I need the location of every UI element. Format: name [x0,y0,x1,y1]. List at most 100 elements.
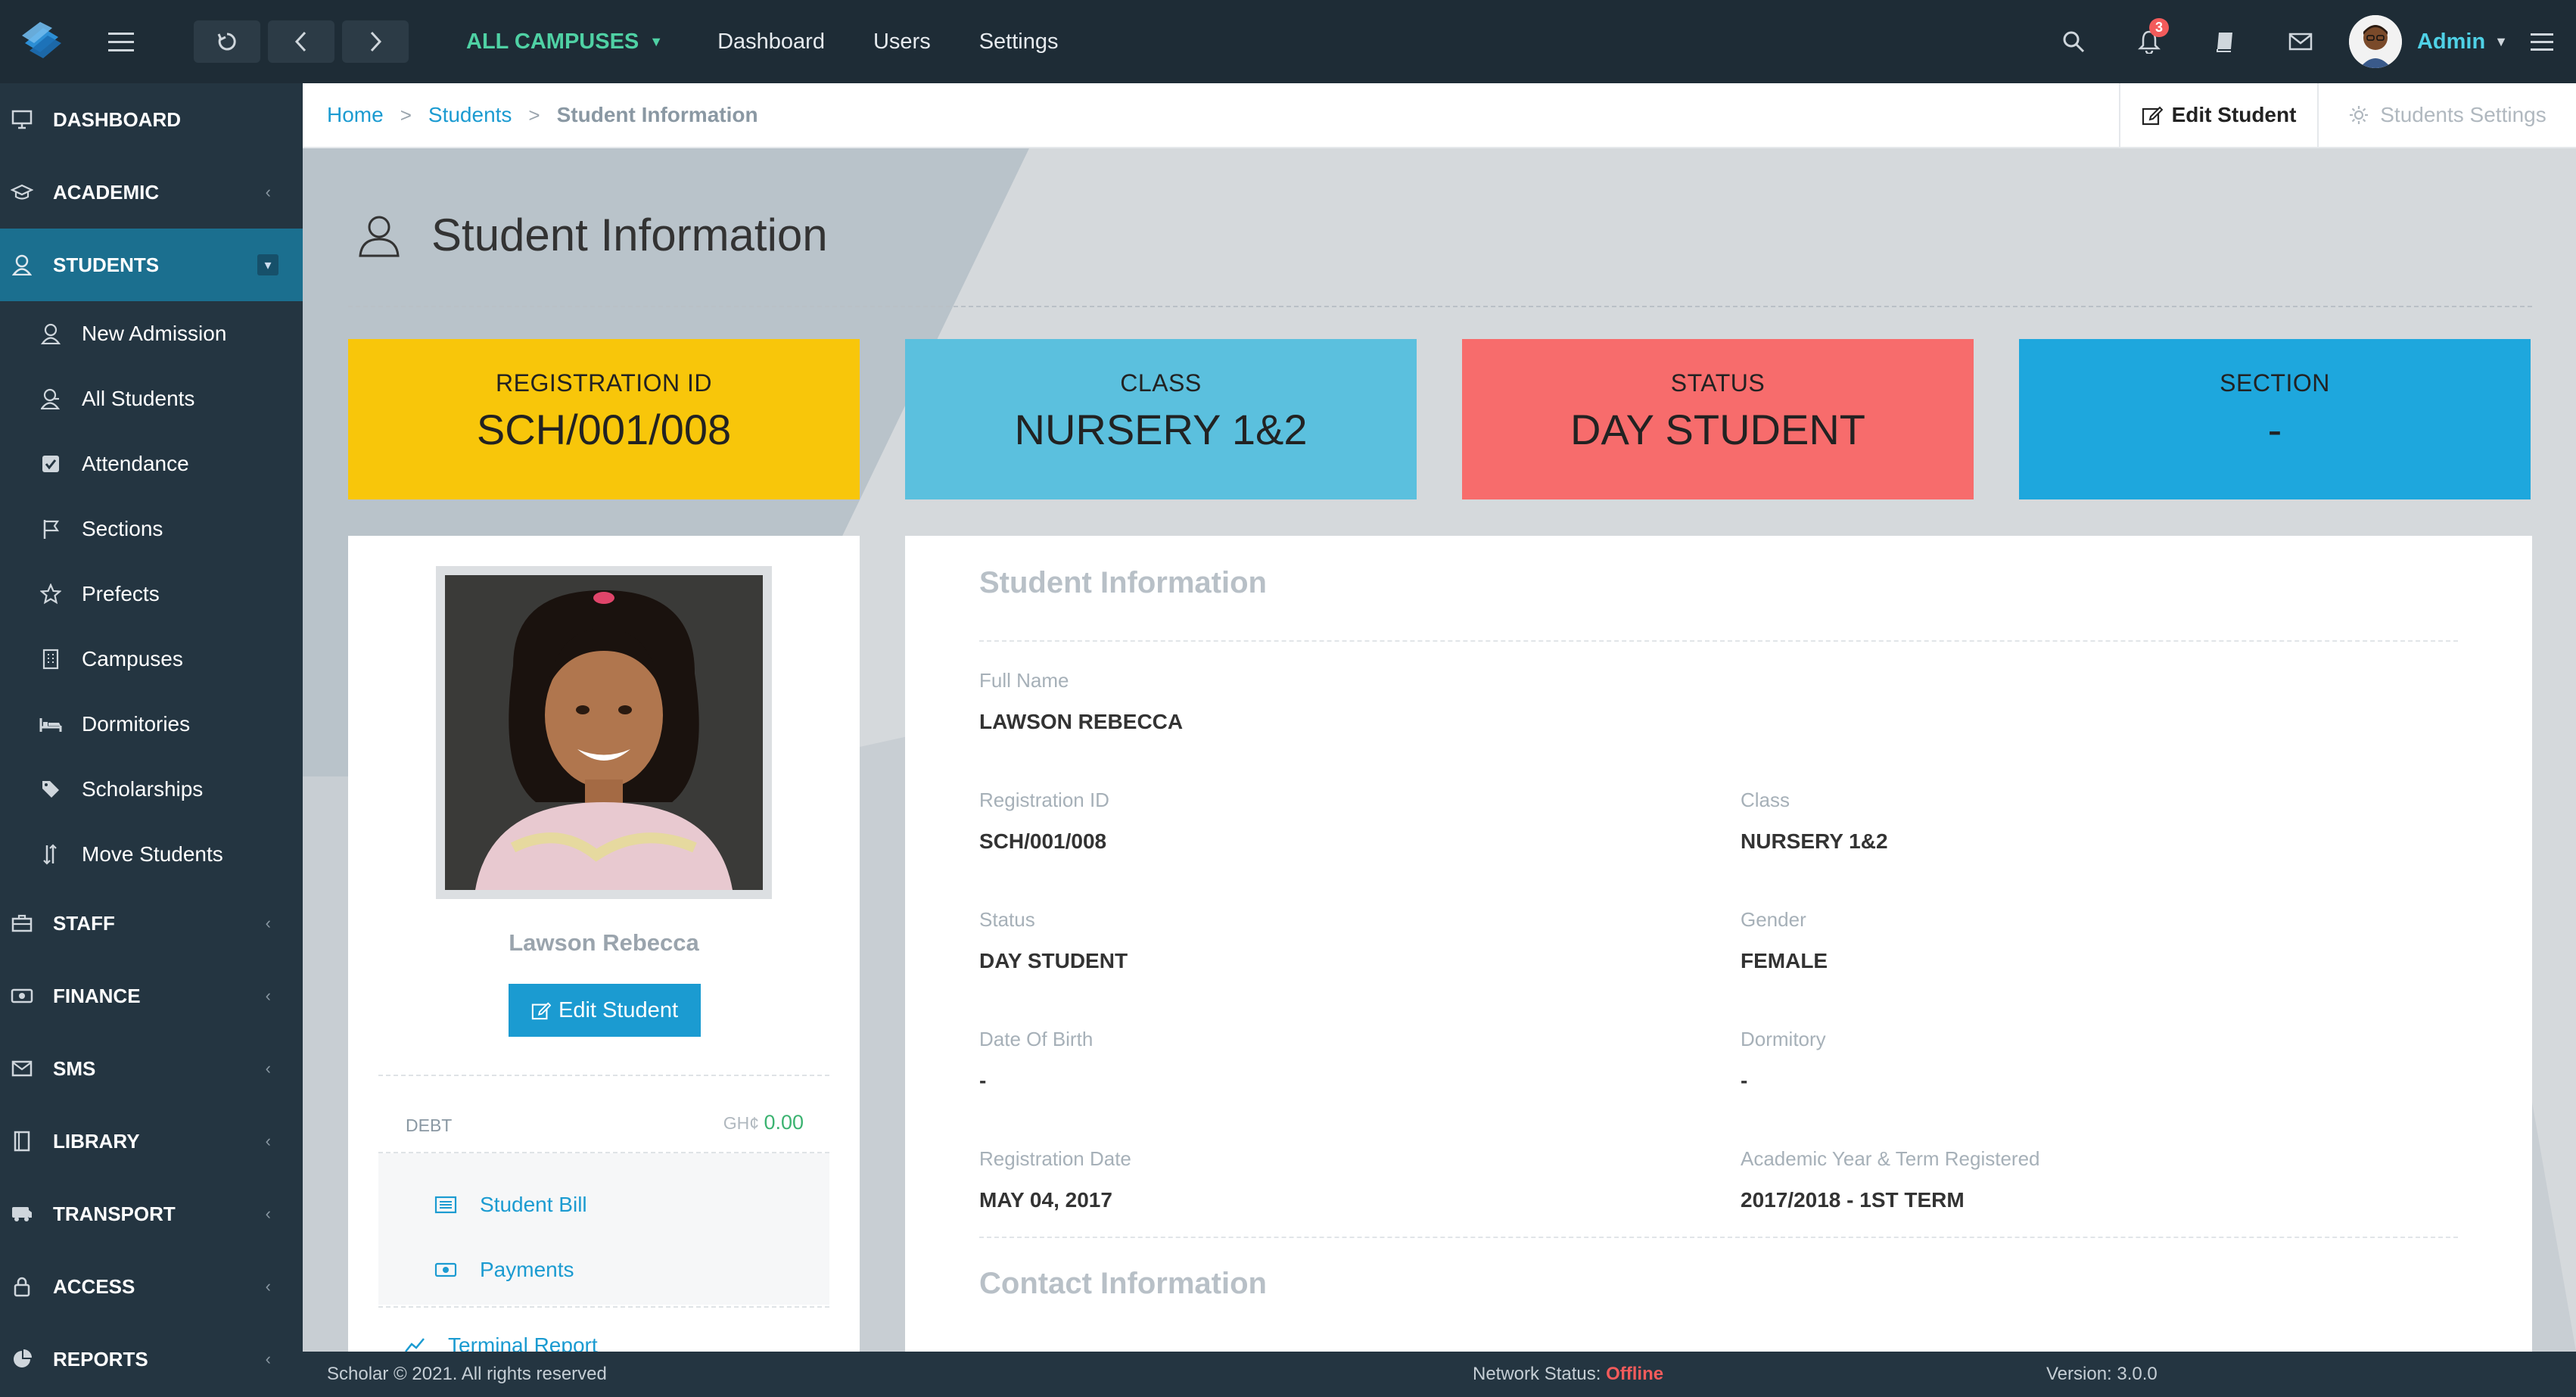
debt-label: DEBT [406,1115,453,1135]
full-name-value: LAWSON REBECCA [979,710,1184,733]
sidebar-item-staff[interactable]: STAFF ‹ [0,887,303,960]
sidebar-subitem-scholarships[interactable]: Scholarships [0,757,303,822]
chevron-left-icon: ‹ [265,1349,271,1368]
search-icon[interactable] [2036,0,2111,83]
divider [378,1306,829,1308]
breadcrumb-separator: > [528,103,540,126]
sidebar-subitem-dormitories[interactable]: Dormitories [0,692,303,757]
payments-label: Payments [480,1258,574,1281]
edit-icon [531,1002,551,1020]
lock-icon [11,1275,33,1298]
chevron-left-icon: ‹ [265,1131,271,1150]
network-status: Network Status: Offline [1473,1364,1663,1385]
sidebar-item-reports[interactable]: REPORTS ‹ [0,1323,303,1395]
sidebar-subitem-label: Sections [82,517,163,540]
sidebar-item-label: DASHBOARD [53,107,181,131]
sidebar-item-transport[interactable]: TRANSPORT ‹ [0,1178,303,1250]
dormitory-label: Dormitory [1741,1028,1826,1050]
caret-down-icon: ▼ [2494,33,2508,49]
stat-label: STATUS [1670,369,1766,397]
footer: Scholar © 2021. All rights reserved Netw… [303,1352,2576,1397]
full-name-label: Full Name [979,669,1069,692]
student-info-card: Student Information Full Name LAWSON REB… [905,536,2532,1352]
students-settings-button[interactable]: Students Settings [2319,83,2576,147]
app-logo[interactable] [0,0,83,83]
monitor-icon [11,108,33,131]
status-value: DAY STUDENT [979,949,1128,972]
gender-label: Gender [1741,908,1806,931]
sidebar-item-label: ACCESS [53,1274,135,1298]
divider [348,306,2532,307]
user-name: Admin [2416,29,2486,54]
sort-icon [39,843,62,866]
sidebar-item-label: SMS [53,1056,96,1080]
breadcrumb-students[interactable]: Students [428,103,512,127]
dob-value: - [979,1069,987,1092]
class-label: Class [1741,789,1790,811]
stat-status: STATUS DAY STUDENT [1462,339,1974,499]
caret-down-icon: ▼ [649,33,664,49]
topnav-dashboard[interactable]: Dashboard [717,30,825,54]
menu-toggle-icon[interactable] [83,0,159,83]
academic-year-label: Academic Year & Term Registered [1741,1147,2040,1170]
back-button[interactable] [268,20,334,63]
stat-value: SCH/001/008 [476,406,732,453]
payments-link[interactable]: Payments [434,1258,574,1282]
sidebar-item-students[interactable]: STUDENTS ▾ [0,229,303,301]
sidebar-item-sms[interactable]: SMS ‹ [0,1032,303,1105]
chevron-left-icon: ‹ [265,913,271,932]
options-menu-icon[interactable] [2508,0,2576,83]
divider [979,640,2458,642]
stat-value: NURSERY 1&2 [1014,406,1308,453]
sidebar-item-access[interactable]: ACCESS ‹ [0,1250,303,1323]
sidebar-subitem-prefects[interactable]: Prefects [0,562,303,627]
sidebar-item-label: FINANCE [53,984,141,1007]
sidebar-subitem-campuses[interactable]: Campuses [0,627,303,692]
refresh-icon [217,33,236,51]
bed-icon [39,713,62,736]
status-label: Status [979,908,1035,931]
main-content: Student Information REGISTRATION ID SCH/… [303,148,2576,1352]
sidebar-subitem-move-students[interactable]: Move Students [0,822,303,887]
sidebar: DASHBOARD ACADEMIC ‹ STUDENTS ▾ New Admi… [0,83,303,1397]
refresh-button[interactable] [194,20,260,63]
list-alt-icon [434,1196,457,1214]
building-icon [39,648,62,670]
campus-selector[interactable]: ALL CAMPUSES ▼ [466,30,663,54]
forward-button[interactable] [342,20,409,63]
sidebar-subitem-label: All Students [82,387,195,410]
chevron-right-icon [370,31,382,52]
user-menu[interactable]: Admin ▼ [2417,30,2508,54]
sidebar-item-academic[interactable]: ACADEMIC ‹ [0,156,303,229]
book-icon[interactable] [2187,0,2263,83]
line-chart-icon [405,1338,425,1352]
sidebar-subitem-attendance[interactable]: Attendance [0,431,303,496]
sidebar-subitem-label: Dormitories [82,712,191,736]
page-title-text: Student Information [431,210,828,260]
edit-student-button[interactable]: Edit Student [509,984,701,1037]
campus-label: ALL CAMPUSES [466,29,639,54]
sidebar-item-finance[interactable]: FINANCE ‹ [0,960,303,1032]
sidebar-item-library[interactable]: LIBRARY ‹ [0,1105,303,1178]
edit-student-top-button[interactable]: Edit Student [2119,83,2319,147]
topnav-users[interactable]: Users [873,30,931,54]
network-status-value: Offline [1606,1364,1664,1384]
sidebar-subitem-sections[interactable]: Sections [0,496,303,562]
breadcrumb-home[interactable]: Home [327,103,384,127]
money-icon [434,1262,457,1277]
user-avatar[interactable] [2348,15,2402,68]
sidebar-item-dashboard[interactable]: DASHBOARD [0,83,303,156]
topnav-settings[interactable]: Settings [979,30,1059,54]
page-title: Student Information [356,209,828,261]
terminal-report-link[interactable]: Terminal Report [404,1333,598,1352]
sidebar-subitem-new-admission[interactable]: New Admission [0,301,303,366]
user-icon [359,216,400,257]
student-bill-link[interactable]: Student Bill [434,1193,587,1217]
mail-icon[interactable] [2263,0,2338,83]
profile-links: Student Bill Payments [378,1153,829,1305]
top-bar: ALL CAMPUSES ▼ Dashboard Users Settings … [0,0,2576,83]
users-icon [39,387,62,410]
notifications-button[interactable]: 3 [2111,0,2187,83]
sidebar-subitem-all-students[interactable]: All Students [0,366,303,431]
terminal-report-label: Terminal Report [448,1333,598,1352]
